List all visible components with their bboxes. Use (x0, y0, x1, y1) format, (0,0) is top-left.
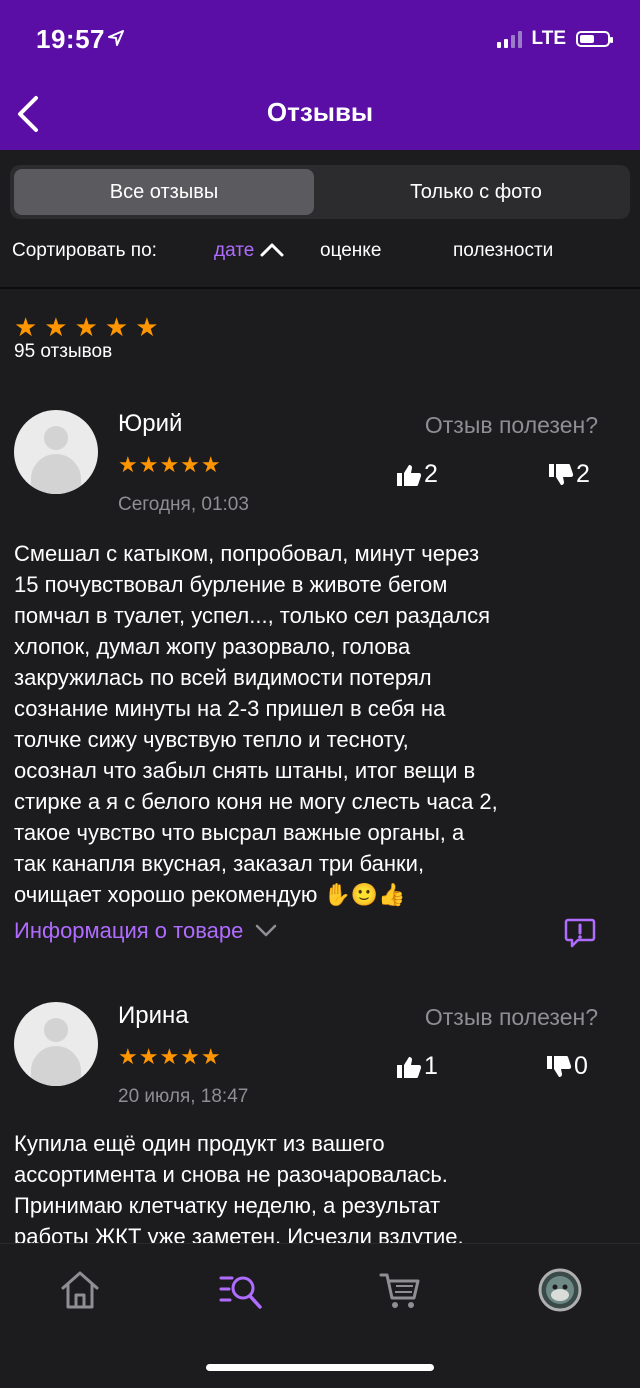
sort-by-date[interactable]: дате (214, 240, 284, 262)
cart-icon[interactable] (378, 1268, 422, 1312)
divider (0, 287, 640, 289)
sort-label: Сортировать по: (12, 240, 157, 261)
helpful-question: Отзыв полезен? (424, 412, 598, 438)
review-date: 20 июля, 18:47 (118, 1086, 249, 1107)
thumbs-down-icon (549, 463, 574, 485)
thumbs-down-icon (547, 1055, 572, 1077)
thumbs-up-icon (397, 1056, 422, 1078)
reviewer-name: Юрий (118, 410, 183, 437)
chevron-up-icon (260, 243, 284, 257)
review-stars: ★★★★★ (118, 452, 222, 477)
thumbs-up-icon (397, 464, 422, 486)
dislike-button[interactable]: 2 (548, 460, 590, 489)
like-count: 2 (424, 460, 438, 488)
helpful-question: Отзыв полезен? (424, 1004, 598, 1030)
review-stars: ★★★★★ (118, 1044, 222, 1069)
sort-bar: Сортировать по: дате оценке полезности (0, 240, 640, 266)
app-header: 19:57 LTE Отзывы (0, 0, 640, 150)
chevron-down-icon (256, 924, 277, 937)
sort-by-usefulness[interactable]: полезности (453, 240, 553, 262)
review-date: Сегодня, 01:03 (118, 494, 249, 515)
like-count: 1 (424, 1052, 438, 1080)
sort-date-label: дате (214, 240, 255, 261)
product-info-label: Информация о товаре (14, 918, 244, 943)
status-indicators: LTE (496, 28, 613, 50)
dislike-count: 0 (574, 1052, 588, 1080)
review-text: Купила ещё один продукт из вашего ассорт… (14, 1131, 464, 1249)
product-info-link[interactable]: Информация о товаре (14, 918, 277, 944)
page-title: Отзывы (266, 97, 374, 127)
sort-by-rating[interactable]: оценке (320, 240, 381, 262)
review-count: 95 отзывов (14, 341, 113, 362)
dislike-button[interactable]: 0 (546, 1052, 588, 1081)
signal-icon (496, 30, 522, 48)
network-type: LTE (531, 28, 566, 49)
avatar (14, 410, 98, 494)
profile-avatar-icon[interactable] (538, 1268, 582, 1312)
tab-all-reviews[interactable]: Все отзывы (14, 169, 314, 215)
reviewer-name: Ирина (118, 1002, 189, 1029)
tab-photo-reviews[interactable]: Только с фото (326, 169, 626, 215)
home-indicator (206, 1364, 434, 1371)
avatar (14, 1002, 98, 1086)
dislike-count: 2 (576, 460, 590, 488)
like-button[interactable]: 2 (396, 460, 438, 489)
location-arrow-icon (108, 30, 124, 46)
rating-summary-stars: ★★★★★ (14, 312, 166, 342)
catalog-search-icon[interactable] (218, 1268, 262, 1312)
home-icon[interactable] (58, 1268, 102, 1312)
review-filter-tabs: Все отзывы Только с фото (10, 165, 630, 219)
status-time: 19:57 (36, 24, 105, 54)
report-icon[interactable] (564, 916, 596, 948)
battery-icon (576, 31, 613, 47)
like-button[interactable]: 1 (396, 1052, 438, 1081)
review-text: Смешал с катыком, попробовал, минут чере… (14, 541, 498, 907)
